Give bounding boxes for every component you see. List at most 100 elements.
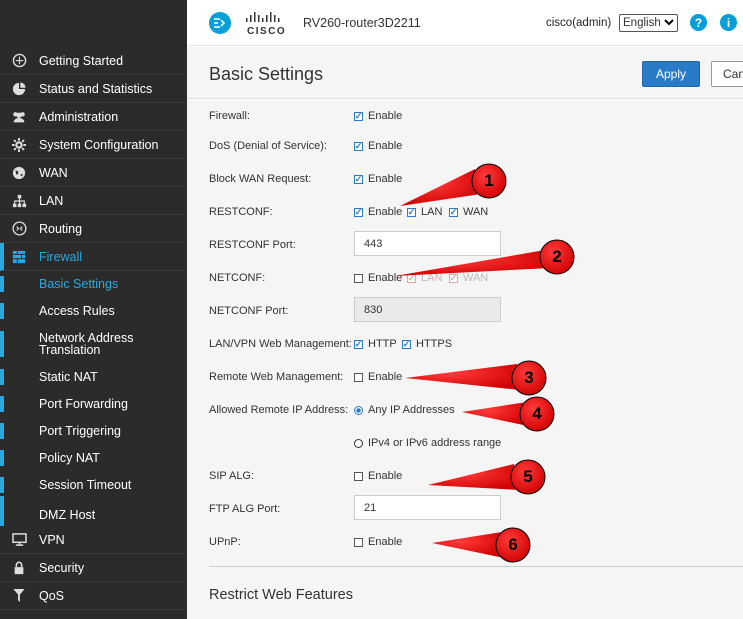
sidebar-item-label: Routing: [39, 221, 83, 236]
sidebar: Getting Started Status and Statistics Ad…: [0, 0, 187, 619]
checkmark-icon: ✓: [449, 272, 458, 283]
sidebar-item-wan[interactable]: WAN: [0, 159, 187, 187]
callout-3-number: 3: [524, 368, 534, 387]
restconf-port-input[interactable]: 443: [354, 231, 501, 256]
sidebar-subitem-dmz-host[interactable]: DMZ Host: [0, 496, 187, 526]
sidebar-subitem-port-forwarding[interactable]: Port Forwarding: [0, 396, 187, 412]
ip-range-radio[interactable]: IPv4 or IPv6 address range: [354, 437, 501, 449]
checkbox-box: [354, 273, 363, 283]
sidebar-subitem-label: Port Forwarding: [39, 397, 128, 411]
callout-2-number: 2: [552, 247, 562, 266]
block-wan-label: Block WAN Request:: [209, 173, 312, 185]
checkbox-label: Enable: [368, 470, 403, 482]
network-icon: [11, 193, 27, 209]
sidebar-item-status-and-statistics[interactable]: Status and Statistics: [0, 75, 187, 103]
sidebar-subitem-label: Policy NAT: [39, 451, 100, 465]
checkbox-label: Enable: [368, 173, 403, 185]
dos-enable-checkbox[interactable]: ✓ Enable: [354, 140, 402, 152]
sidebar-subitem-port-triggering[interactable]: Port Triggering: [0, 423, 187, 439]
checkmark-icon: ✓: [354, 206, 363, 217]
sidebar-item-label: System Configuration: [39, 137, 159, 152]
sidebar-item-vpn[interactable]: VPN: [0, 526, 187, 554]
sidebar-subitem-label: Network Address Translation: [39, 331, 134, 357]
sidebar-item-label: Getting Started: [39, 53, 124, 68]
sip-alg-checkbox[interactable]: Enable: [354, 470, 402, 482]
help-icon[interactable]: ?: [690, 14, 707, 31]
firewall-icon: [11, 249, 27, 265]
http-checkbox[interactable]: ✓ HTTP: [354, 338, 397, 350]
sidebar-subitem-policy-nat[interactable]: Policy NAT: [0, 450, 187, 466]
checkbox-label: WAN: [463, 206, 489, 218]
sidebar-item-system-configuration[interactable]: System Configuration: [0, 131, 187, 159]
sidebar-subitem-access-rules[interactable]: Access Rules: [0, 303, 187, 319]
sidebar-item-security[interactable]: Security: [0, 554, 187, 582]
checkbox-label: Enable: [368, 140, 403, 152]
checkmark-icon: ✓: [402, 338, 411, 349]
sidebar-item-label: Firewall: [39, 249, 83, 264]
sidebar-item-qos[interactable]: QoS: [0, 582, 187, 610]
sidebar-item-routing[interactable]: Routing: [0, 215, 187, 243]
radio-label: Any IP Addresses: [368, 404, 455, 416]
checkbox-box: [354, 471, 363, 481]
restconf-wan-checkbox[interactable]: ✓ WAN: [449, 206, 488, 218]
checkmark-icon: ✓: [354, 338, 363, 349]
sidebar-item-label: VPN: [39, 532, 65, 547]
vpn-icon: [11, 532, 27, 548]
checkbox-label: LAN: [421, 272, 443, 284]
any-ip-radio[interactable]: Any IP Addresses: [354, 404, 455, 416]
remote-web-management-label: Remote Web Management:: [209, 371, 344, 383]
sidebar-item-getting-started[interactable]: Getting Started: [0, 47, 187, 75]
info-icon[interactable]: i: [720, 14, 737, 31]
radio-icon: [354, 438, 363, 448]
sidebar-subitem-label: Static NAT: [39, 370, 98, 384]
radio-label: IPv4 or IPv6 address range: [368, 437, 502, 449]
sidebar-subitem-session-timeout[interactable]: Session Timeout: [0, 477, 187, 493]
sidebar-item-administration[interactable]: Administration: [0, 103, 187, 131]
remote-web-management-checkbox[interactable]: Enable: [354, 371, 402, 383]
restconf-lan-checkbox[interactable]: ✓ LAN: [407, 206, 442, 218]
sidebar-subitem-network-address-translation[interactable]: Network Address Translation: [0, 331, 187, 357]
title-bar: Basic Settings Apply Canc: [187, 47, 743, 99]
restrict-web-features-title: Restrict Web Features: [209, 587, 353, 603]
gear-icon: [11, 137, 27, 153]
sidebar-item-firewall[interactable]: Firewall: [0, 243, 187, 271]
section-divider: [209, 566, 743, 567]
checkbox-label: Enable: [368, 110, 403, 122]
ftp-alg-port-input[interactable]: 21: [354, 495, 501, 520]
restconf-enable-checkbox[interactable]: ✓ Enable: [354, 206, 402, 218]
sidebar-subitem-label: Basic Settings: [39, 277, 119, 291]
current-user: cisco(admin): [546, 17, 612, 29]
sidebar-item-label: Security: [39, 560, 85, 575]
checkbox-label: Enable: [368, 206, 403, 218]
checkmark-icon: ✓: [407, 272, 416, 283]
netconf-enable-checkbox[interactable]: Enable: [354, 272, 402, 284]
dos-label: DoS (Denial of Service):: [209, 140, 327, 152]
sidebar-subitem-label: Session Timeout: [39, 478, 132, 492]
sidebar-subitem-basic-settings[interactable]: Basic Settings: [0, 276, 187, 292]
sidebar-subitem-static-nat[interactable]: Static NAT: [0, 369, 187, 385]
upnp-checkbox[interactable]: Enable: [354, 536, 402, 548]
netconf-label: NETCONF:: [209, 272, 266, 284]
checkmark-icon: ✓: [449, 206, 458, 217]
cancel-button[interactable]: Canc: [711, 61, 743, 87]
routing-icon: [11, 221, 27, 237]
upnp-label: UPnP:: [209, 536, 241, 548]
language-select[interactable]: English: [619, 14, 678, 32]
callout-5-number: 5: [523, 467, 533, 486]
lock-icon: [11, 560, 27, 576]
checkbox-label: WAN: [463, 272, 489, 284]
page-title: Basic Settings: [209, 64, 324, 84]
callout-6-number: 6: [508, 535, 518, 554]
menu-toggle-icon[interactable]: [209, 12, 231, 34]
block-wan-enable-checkbox[interactable]: ✓ Enable: [354, 173, 402, 185]
callout-4-number: 4: [532, 404, 542, 423]
checkbox-label: HTTPS: [416, 338, 453, 350]
netconf-port-label: NETCONF Port:: [209, 305, 289, 317]
sidebar-item-lan[interactable]: LAN: [0, 187, 187, 215]
checkbox-label: Enable: [368, 371, 403, 383]
radio-selected-icon: [354, 405, 363, 415]
apply-button[interactable]: Apply: [642, 61, 700, 87]
https-checkbox[interactable]: ✓ HTTPS: [402, 338, 452, 350]
firewall-enable-checkbox[interactable]: ✓ Enable: [354, 110, 402, 122]
chevron-down-icon: [664, 17, 674, 30]
